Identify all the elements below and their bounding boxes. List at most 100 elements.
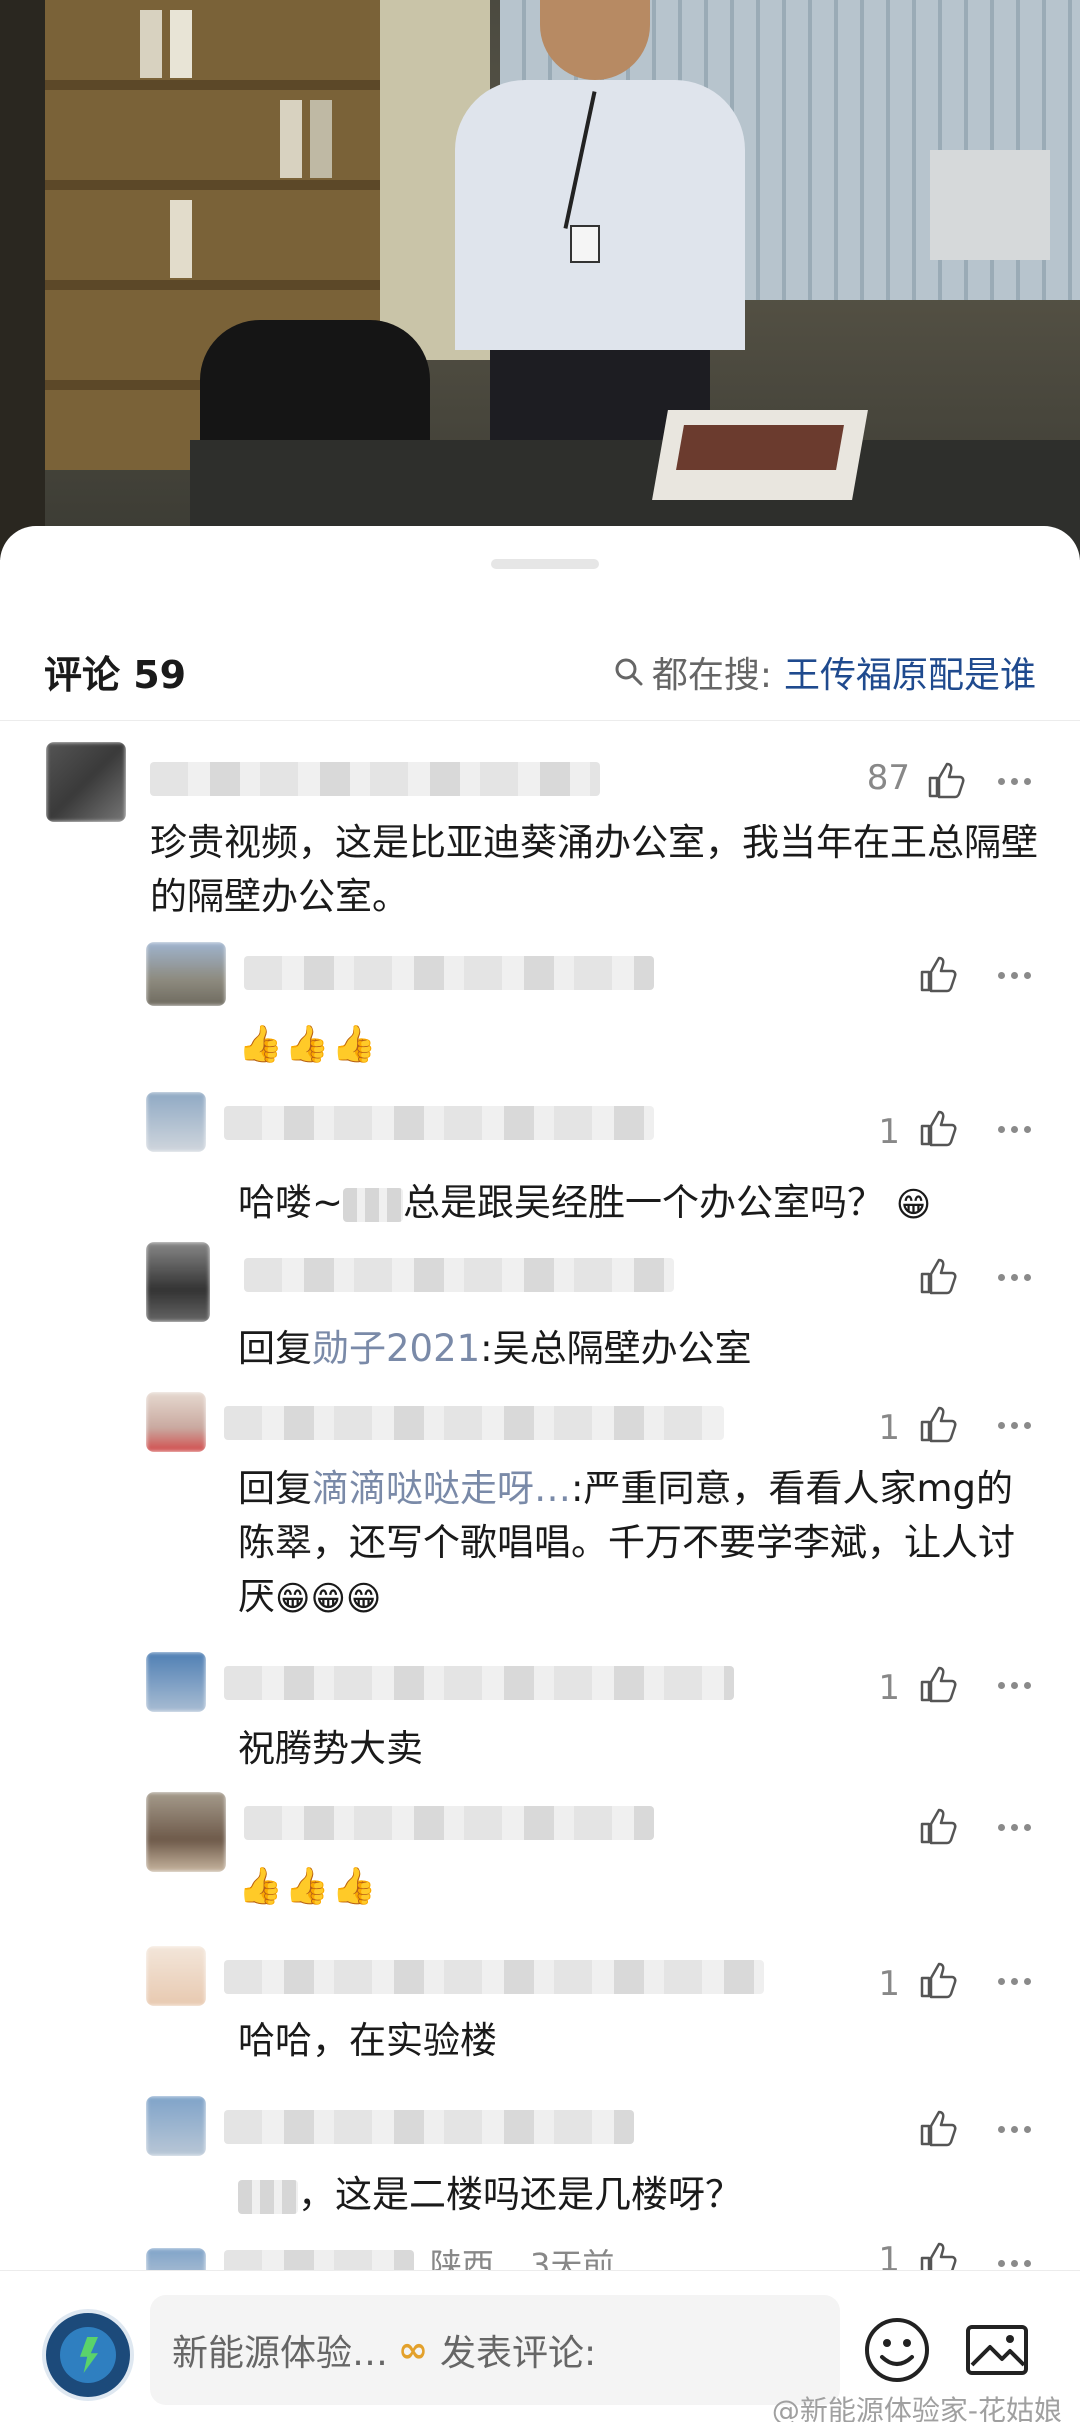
more-options-icon[interactable] [998, 2126, 1032, 2136]
watermark: @新能源体验家-花姑娘 [771, 2394, 1062, 2422]
comment-item: 87 珍贵视频，这是比亚迪葵涌办公室，我当年在王总隔壁的隔壁办公室。 [0, 742, 1080, 942]
search-term-link[interactable]: 王传福原配是谁 [784, 646, 1036, 698]
username-redacted[interactable] [224, 1666, 734, 1700]
avatar[interactable] [146, 942, 226, 1006]
avatar[interactable] [146, 1092, 206, 1152]
username-redacted[interactable] [224, 1106, 654, 1140]
reply-body: :吴总隔壁办公室 [480, 1327, 752, 1370]
reply-item: 1 祝腾势大卖 [0, 1652, 1080, 1802]
comments-title: 评论 59 [44, 653, 187, 697]
reply-text-start: 哈喽~ [238, 1181, 344, 1224]
image-icon[interactable] [962, 2315, 1032, 2385]
comment-input[interactable]: 新能源体验… ∞ 发表评论: [150, 2295, 840, 2405]
more-options-icon[interactable] [998, 1126, 1032, 1136]
thumbs-up-icon[interactable] [918, 1960, 958, 2000]
folder [676, 425, 844, 470]
reply-body: ，这是二楼吗还是几楼呀？ [298, 2173, 742, 2216]
comment-composer-bar: 新能源体验… ∞ 发表评论: @新能源体验家-花姑娘 [0, 2270, 1080, 2422]
avatar[interactable] [146, 1652, 206, 1712]
account-avatar[interactable] [42, 2309, 134, 2401]
thumbs-up-icon[interactable] [918, 1108, 958, 1148]
username-redacted[interactable] [244, 1806, 654, 1840]
avatar[interactable] [146, 1242, 210, 1322]
emoji-icon[interactable] [862, 2315, 932, 2385]
grin-emoji: 😁😁😁 [275, 1578, 382, 1619]
like-count: 1 [878, 1408, 900, 1448]
more-options-icon[interactable] [998, 1824, 1032, 1834]
more-options-icon[interactable] [998, 1682, 1032, 1692]
search-label: 都在搜: [651, 655, 772, 696]
comment-text: 珍贵视频，这是比亚迪葵涌办公室，我当年在王总隔壁的隔壁办公室。 [150, 821, 1038, 918]
reply-item: 👍👍👍 [0, 942, 1080, 1092]
search-icon [615, 658, 643, 686]
more-options-icon[interactable] [998, 972, 1032, 982]
like-count: 1 [878, 1112, 900, 1152]
mention-link[interactable]: 勋子2021 [312, 1327, 480, 1370]
thumbs-up-icon[interactable] [918, 954, 958, 994]
reply-emoji-text: 👍👍👍 [238, 1024, 379, 1065]
reply-text: 祝腾势大卖 [238, 1727, 423, 1770]
more-options-icon[interactable] [998, 1274, 1032, 1284]
username-redacted[interactable] [224, 2250, 414, 2270]
thumbs-up-icon[interactable] [926, 760, 966, 800]
username-redacted[interactable] [244, 1258, 674, 1292]
id-badge [570, 225, 600, 263]
avatar[interactable] [146, 1392, 206, 1452]
more-options-icon[interactable] [998, 1978, 1032, 1988]
reply-text: 哈喽~ 总是跟吴经胜一个办公室吗？ 😁 [238, 1176, 1038, 1230]
like-count: 1 [878, 1668, 900, 1708]
avatar[interactable] [146, 1946, 206, 2006]
thumbs-up-icon[interactable] [918, 2108, 958, 2148]
reply-item: 陕西 3天前 1 [0, 2240, 1080, 2270]
trending-search[interactable]: 都在搜: 王传福原配是谁 [614, 648, 1036, 696]
reply-item: ，这是二楼吗还是几楼呀？ [0, 2096, 1080, 2246]
comment-time: 3天前 [530, 2246, 615, 2270]
reply-item: 1 哈哈，在实验楼 [0, 1946, 1080, 2096]
reply-item: 1 回复滴滴哒哒走呀…:严重同意，看看人家mg的陈翠，还写个歌唱唱。千万不要学李… [0, 1392, 1080, 1652]
redacted-name [343, 1187, 404, 1222]
brand-mark-icon: ∞ [398, 2329, 429, 2371]
grin-emoji: 😁 [895, 1184, 932, 1225]
reply-text: 回复勋子2021:吴总隔壁办公室 [238, 1322, 1038, 1376]
person-shirt [455, 80, 745, 350]
reply-item: 👍👍👍 [0, 1792, 1080, 1942]
avatar[interactable] [146, 2248, 206, 2270]
monitor [930, 150, 1050, 260]
more-options-icon[interactable] [998, 2260, 1032, 2270]
avatar[interactable] [146, 2096, 206, 2156]
comment-sheet: 评论 59 都在搜: 王传福原配是谁 87 珍贵视频，这是比亚迪葵涌办公室，我当… [0, 526, 1080, 2422]
username-redacted[interactable] [224, 1960, 764, 1994]
thumbs-up-icon[interactable] [918, 2240, 958, 2270]
reply-prefix: 回复 [238, 1467, 312, 1510]
like-count: 1 [878, 2240, 900, 2270]
username-redacted[interactable] [150, 762, 600, 796]
avatar[interactable] [46, 742, 126, 822]
more-options-icon[interactable] [998, 778, 1032, 788]
more-options-icon[interactable] [998, 1422, 1032, 1432]
username-redacted[interactable] [244, 956, 654, 990]
thumbs-up-icon[interactable] [918, 1256, 958, 1296]
reply-item: 1 哈喽~ 总是跟吴经胜一个办公室吗？ 😁 [0, 1092, 1080, 1242]
reply-text: ，这是二楼吗还是几楼呀？ [238, 2168, 1038, 2222]
reply-prefix: 回复 [238, 1327, 312, 1370]
reply-item: 回复勋子2021:吴总隔壁办公室 [0, 1242, 1080, 1392]
video-player[interactable] [0, 0, 1080, 560]
sheet-drag-handle[interactable] [491, 559, 599, 569]
account-name: 新能源体验… [172, 2333, 389, 2374]
comment-location: 陕西 [430, 2246, 495, 2270]
thumbs-up-icon[interactable] [918, 1404, 958, 1444]
thumbs-up-icon[interactable] [918, 1806, 958, 1846]
avatar[interactable] [146, 1792, 226, 1872]
username-redacted[interactable] [224, 2110, 634, 2144]
reply-text: 哈哈，在实验楼 [238, 2019, 497, 2062]
like-count: 87 [866, 758, 910, 798]
reply-text: 回复滴滴哒哒走呀…:严重同意，看看人家mg的陈翠，还写个歌唱唱。千万不要学李斌，… [238, 1462, 1038, 1624]
comment-placeholder: 发表评论: [440, 2333, 597, 2374]
redacted-name [238, 2179, 298, 2214]
divider [0, 720, 1080, 721]
reply-emoji-text: 👍👍👍 [238, 1866, 379, 1907]
thumbs-up-icon[interactable] [918, 1664, 958, 1704]
username-redacted[interactable] [224, 1406, 724, 1440]
like-count: 1 [878, 1964, 900, 2004]
mention-link[interactable]: 滴滴哒哒走呀… [312, 1467, 571, 1510]
